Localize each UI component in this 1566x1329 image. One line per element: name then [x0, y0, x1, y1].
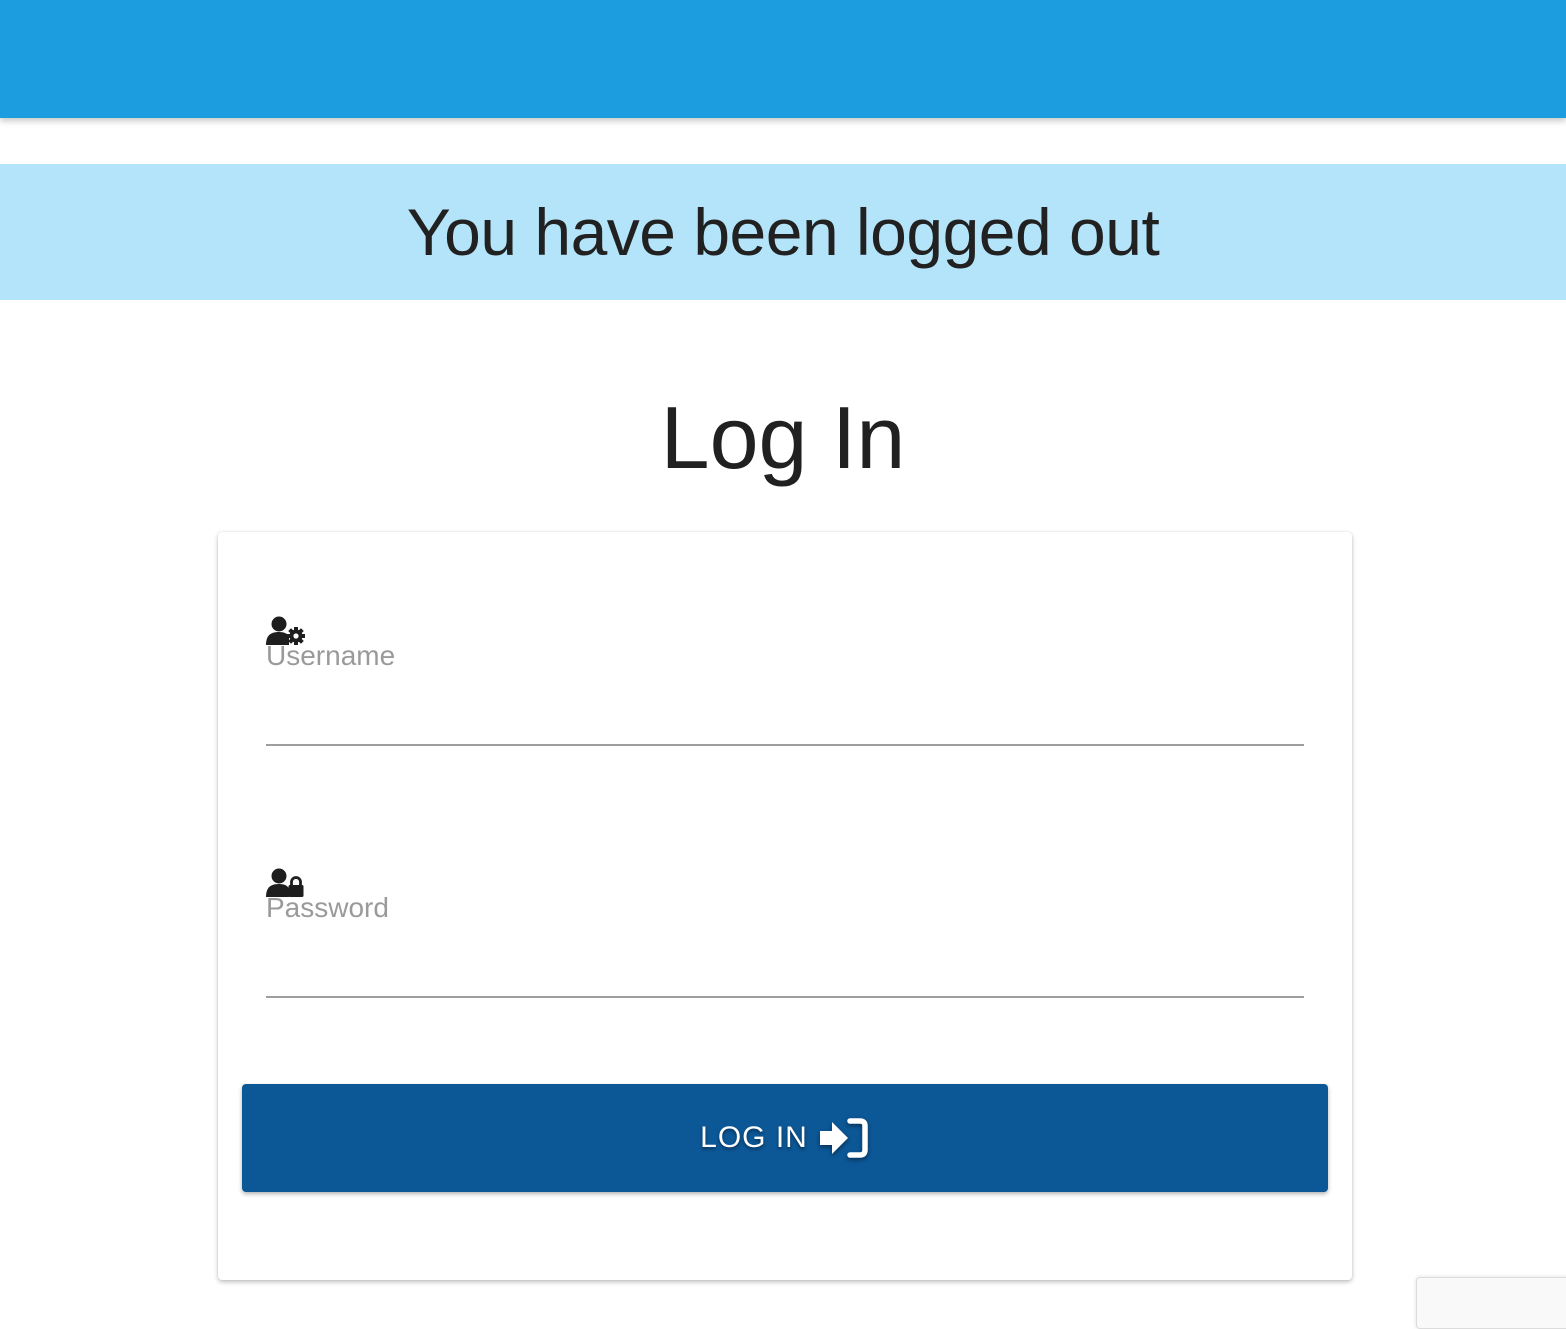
- alert-message: You have been logged out: [406, 195, 1160, 269]
- password-input[interactable]: [266, 956, 1304, 998]
- username-field[interactable]: Username: [266, 614, 1304, 746]
- login-button[interactable]: LOG IN: [242, 1084, 1328, 1192]
- top-app-bar: [0, 0, 1566, 118]
- login-card: Username Password LOG IN: [218, 532, 1352, 1280]
- page-title: Log In: [660, 388, 906, 487]
- username-label: Username: [266, 640, 396, 671]
- logout-alert: You have been logged out: [0, 164, 1566, 300]
- password-label: Password: [266, 892, 389, 923]
- corner-widget: [1416, 1277, 1566, 1329]
- sign-in-icon: [819, 1118, 868, 1158]
- login-button-label: LOG IN: [700, 1121, 808, 1154]
- password-field[interactable]: Password: [266, 866, 1304, 998]
- username-input[interactable]: [266, 704, 1304, 746]
